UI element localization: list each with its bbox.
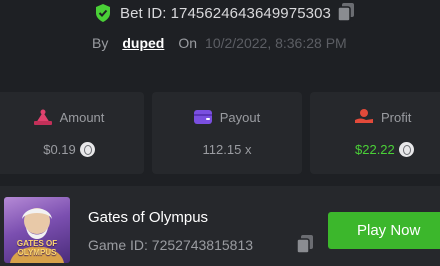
bet-header: Bet ID: 1745624643649975303 By duped On … xyxy=(0,0,440,92)
bet-stats: Amount $0.19 Payout 112.15 x Profit $22.… xyxy=(0,92,440,174)
payout-card: Payout 112.15 x xyxy=(152,92,302,174)
amount-value: $0.19 xyxy=(43,142,76,157)
game-id-value: 7252743815813 xyxy=(151,237,254,253)
wallet-icon xyxy=(193,110,212,124)
bet-id-value: 1745624643649975303 xyxy=(170,4,331,22)
game-thumbnail[interactable]: GATES OF OLYMPUS xyxy=(4,197,70,263)
coin-icon xyxy=(79,142,95,157)
verified-shield-icon xyxy=(96,4,110,22)
bet-id-row: Bet ID: 1745624643649975303 xyxy=(95,3,331,23)
game-name: Gates of Olympus xyxy=(88,209,209,226)
thumbnail-title: GATES OF OLYMPUS xyxy=(16,239,58,257)
username-link[interactable]: duped xyxy=(122,35,164,51)
money-bag-icon xyxy=(33,109,52,125)
payout-value: 112.15 x xyxy=(202,142,252,157)
copy-game-id-icon[interactable] xyxy=(297,235,313,253)
by-label: By xyxy=(92,35,109,51)
coin-icon xyxy=(398,142,414,157)
amount-label: Amount xyxy=(59,109,105,125)
amount-card: Amount $0.19 xyxy=(0,92,144,174)
profit-card: Profit $22.22 xyxy=(310,92,440,174)
play-now-button[interactable]: Play Now xyxy=(328,212,440,249)
bet-meta-row: By duped On 10/2/2022, 8:36:28 PM xyxy=(92,34,347,52)
game-id-label: Game ID: xyxy=(88,237,148,253)
profit-value: $22.22 xyxy=(355,142,395,157)
bet-date: 10/2/2022, 8:36:28 PM xyxy=(205,35,347,51)
on-label: On xyxy=(178,35,198,51)
hand-coin-icon xyxy=(355,109,373,123)
copy-bet-id-icon[interactable] xyxy=(338,3,354,21)
profit-label: Profit xyxy=(381,109,412,125)
bet-id-label: Bet ID: xyxy=(120,4,167,22)
game-id: Game ID: 7252743815813 xyxy=(88,237,253,253)
payout-label: Payout xyxy=(219,109,261,125)
